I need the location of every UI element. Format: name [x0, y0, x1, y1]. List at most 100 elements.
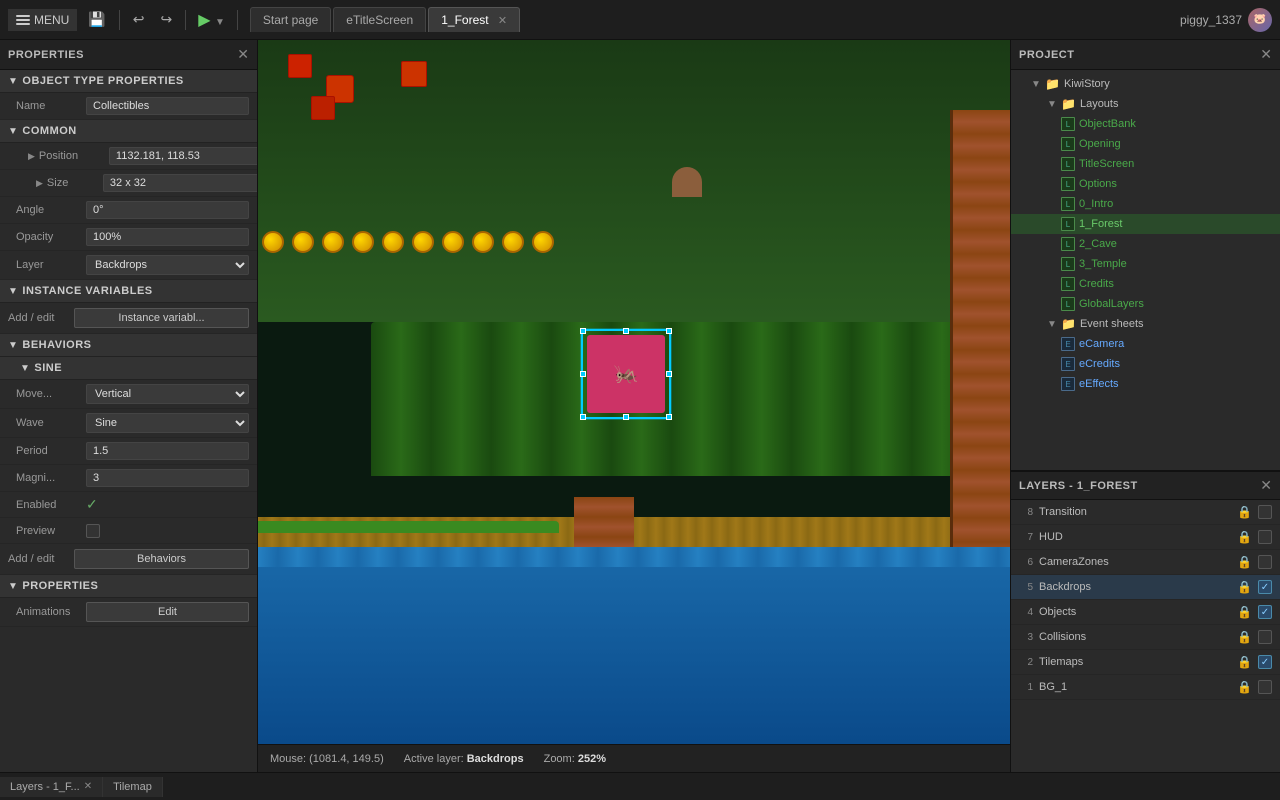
layer-row-backdrops[interactable]: 5 Backdrops 🔒 [1011, 575, 1280, 600]
section-properties-sub[interactable]: ▼ PROPERTIES [0, 575, 257, 598]
tab-close-icon[interactable]: ✕ [498, 15, 507, 27]
section-common[interactable]: ▼ COMMON [0, 120, 257, 143]
lock-objects-icon[interactable]: 🔒 [1237, 605, 1252, 619]
tree-item-3temple[interactable]: L 3_Temple [1011, 254, 1280, 274]
layer-row-transition[interactable]: 8 Transition 🔒 [1011, 500, 1280, 525]
prop-name-input[interactable] [86, 97, 249, 115]
selection-box[interactable]: 🦗 [581, 329, 671, 419]
vis-backdrops-check[interactable] [1258, 580, 1272, 594]
tree-item-options[interactable]: L Options [1011, 174, 1280, 194]
sine-wave-select[interactable]: Sine [86, 413, 249, 433]
handle-bl[interactable] [580, 414, 586, 420]
properties-close-button[interactable]: ✕ [237, 46, 249, 63]
game-canvas[interactable]: 🦗 [258, 40, 1010, 744]
sine-period-input[interactable] [86, 442, 249, 460]
tree-item-objectbank[interactable]: L ObjectBank [1011, 114, 1280, 134]
layout-options-icon: L [1061, 177, 1075, 191]
lock-collisions-icon[interactable]: 🔒 [1237, 630, 1252, 644]
prop-angle-input[interactable] [86, 201, 249, 219]
handle-tl[interactable] [580, 328, 586, 334]
tab-start-page[interactable]: Start page [250, 7, 331, 32]
tree-item-titlescreen[interactable]: L TitleScreen [1011, 154, 1280, 174]
behaviors-add-row: Add / edit Behaviors [0, 544, 257, 575]
avatar[interactable]: 🐷 [1248, 8, 1272, 32]
sine-enabled-check[interactable]: ✓ [86, 496, 98, 513]
layers-close-button[interactable]: ✕ [1260, 477, 1272, 494]
vis-bg1-check[interactable] [1258, 680, 1272, 694]
tree-item-ecamera[interactable]: E eCamera [1011, 334, 1280, 354]
sine-move-select[interactable]: Vertical [86, 384, 249, 404]
layer-row-collisions[interactable]: 3 Collisions 🔒 [1011, 625, 1280, 650]
layer-row-hud[interactable]: 7 HUD 🔒 [1011, 525, 1280, 550]
handle-ml[interactable] [580, 371, 586, 377]
lock-tilemaps-icon[interactable]: 🔒 [1237, 655, 1252, 669]
instance-vars-edit-button[interactable]: Instance variabl... [74, 308, 249, 328]
bottom-tab-layers[interactable]: Layers - 1_F... ✕ [0, 777, 103, 797]
layer-row-tilemaps[interactable]: 2 Tilemaps 🔒 [1011, 650, 1280, 675]
bottom-tab-tilemap[interactable]: Tilemap [103, 777, 163, 797]
vis-hud-check[interactable] [1258, 530, 1272, 544]
layer-name-tilemaps: Tilemaps [1039, 656, 1231, 668]
handle-tc[interactable] [623, 328, 629, 334]
tree-item-eeffects[interactable]: E eEffects [1011, 374, 1280, 394]
instance-vars-add-label: Add / edit [8, 312, 68, 324]
handle-mr[interactable] [666, 371, 672, 377]
lock-bg1-icon[interactable]: 🔒 [1237, 680, 1252, 694]
tree-item-ecredits[interactable]: E eCredits [1011, 354, 1280, 374]
layer-row-objects[interactable]: 4 Objects 🔒 [1011, 600, 1280, 625]
tree-item-2cave[interactable]: L 2_Cave [1011, 234, 1280, 254]
prop-size-input[interactable] [103, 174, 258, 192]
tree-item-1forest[interactable]: L 1_Forest [1011, 214, 1280, 234]
save-button[interactable]: 💾 [83, 8, 110, 31]
section-object-type[interactable]: ▼ OBJECT TYPE PROPERTIES [0, 70, 257, 93]
sine-preview-check[interactable] [86, 524, 100, 538]
menu-button[interactable]: MENU [8, 9, 77, 31]
handle-bc[interactable] [623, 414, 629, 420]
tree-item-layouts[interactable]: ▼ 📁 Layouts [1011, 94, 1280, 114]
1forest-label: 1_Forest [1079, 218, 1122, 230]
prop-layer-select[interactable]: Backdrops [86, 255, 249, 275]
tree-item-event-sheets[interactable]: ▼ 📁 Event sheets [1011, 314, 1280, 334]
tab-etitlescreen[interactable]: eTitleScreen [333, 7, 426, 32]
section-label-instance-vars: INSTANCE VARIABLES [22, 285, 152, 297]
tree-item-0intro[interactable]: L 0_Intro [1011, 194, 1280, 214]
vis-collisions-check[interactable] [1258, 630, 1272, 644]
lock-backdrops-icon[interactable]: 🔒 [1237, 580, 1252, 594]
section-sine[interactable]: ▼ SINE [0, 357, 257, 380]
layer-name-bg1: BG_1 [1039, 681, 1231, 693]
vis-objects-check[interactable] [1258, 605, 1272, 619]
lock-camerazones-icon[interactable]: 🔒 [1237, 555, 1252, 569]
handle-tr[interactable] [666, 328, 672, 334]
tab-1forest[interactable]: 1_Forest ✕ [428, 7, 520, 32]
lock-hud-icon[interactable]: 🔒 [1237, 530, 1252, 544]
layer-row-camerazones[interactable]: 6 CameraZones 🔒 [1011, 550, 1280, 575]
tree-item-opening[interactable]: L Opening [1011, 134, 1280, 154]
behaviors-edit-button[interactable]: Behaviors [74, 549, 249, 569]
bottom-tab-layers-close[interactable]: ✕ [84, 781, 92, 792]
redo-button[interactable]: ↪ [156, 8, 178, 31]
tree-item-kiwistory[interactable]: ▼ 📁 KiwiStory [1011, 74, 1280, 94]
sine-magni-input[interactable] [86, 469, 249, 487]
section-instance-variables[interactable]: ▼ INSTANCE VARIABLES [0, 280, 257, 303]
animations-edit-button[interactable]: Edit [86, 602, 249, 622]
size-expand-icon: ▶ [36, 178, 43, 189]
play-button[interactable]: ▶ ▼ [194, 8, 229, 32]
prop-position-input[interactable] [109, 147, 258, 165]
layer-num-2: 2 [1019, 657, 1033, 668]
tree-item-credits[interactable]: L Credits [1011, 274, 1280, 294]
vis-transition-check[interactable] [1258, 505, 1272, 519]
layer-name-collisions: Collisions [1039, 631, 1231, 643]
lock-transition-icon[interactable]: 🔒 [1237, 505, 1252, 519]
prop-opacity-input[interactable] [86, 228, 249, 246]
vis-tilemaps-check[interactable] [1258, 655, 1272, 669]
layer-row-bg1[interactable]: 1 BG_1 🔒 [1011, 675, 1280, 700]
section-behaviors[interactable]: ▼ BEHAVIORS [0, 334, 257, 357]
prop-opacity-row: Opacity [0, 224, 257, 251]
layout-objectbank-icon: L [1061, 117, 1075, 131]
project-close-button[interactable]: ✕ [1260, 46, 1272, 63]
vis-camerazones-check[interactable] [1258, 555, 1272, 569]
2cave-label: 2_Cave [1079, 238, 1117, 250]
handle-br[interactable] [666, 414, 672, 420]
undo-button[interactable]: ↩ [128, 8, 150, 31]
tree-item-globallayers[interactable]: L GlobalLayers [1011, 294, 1280, 314]
